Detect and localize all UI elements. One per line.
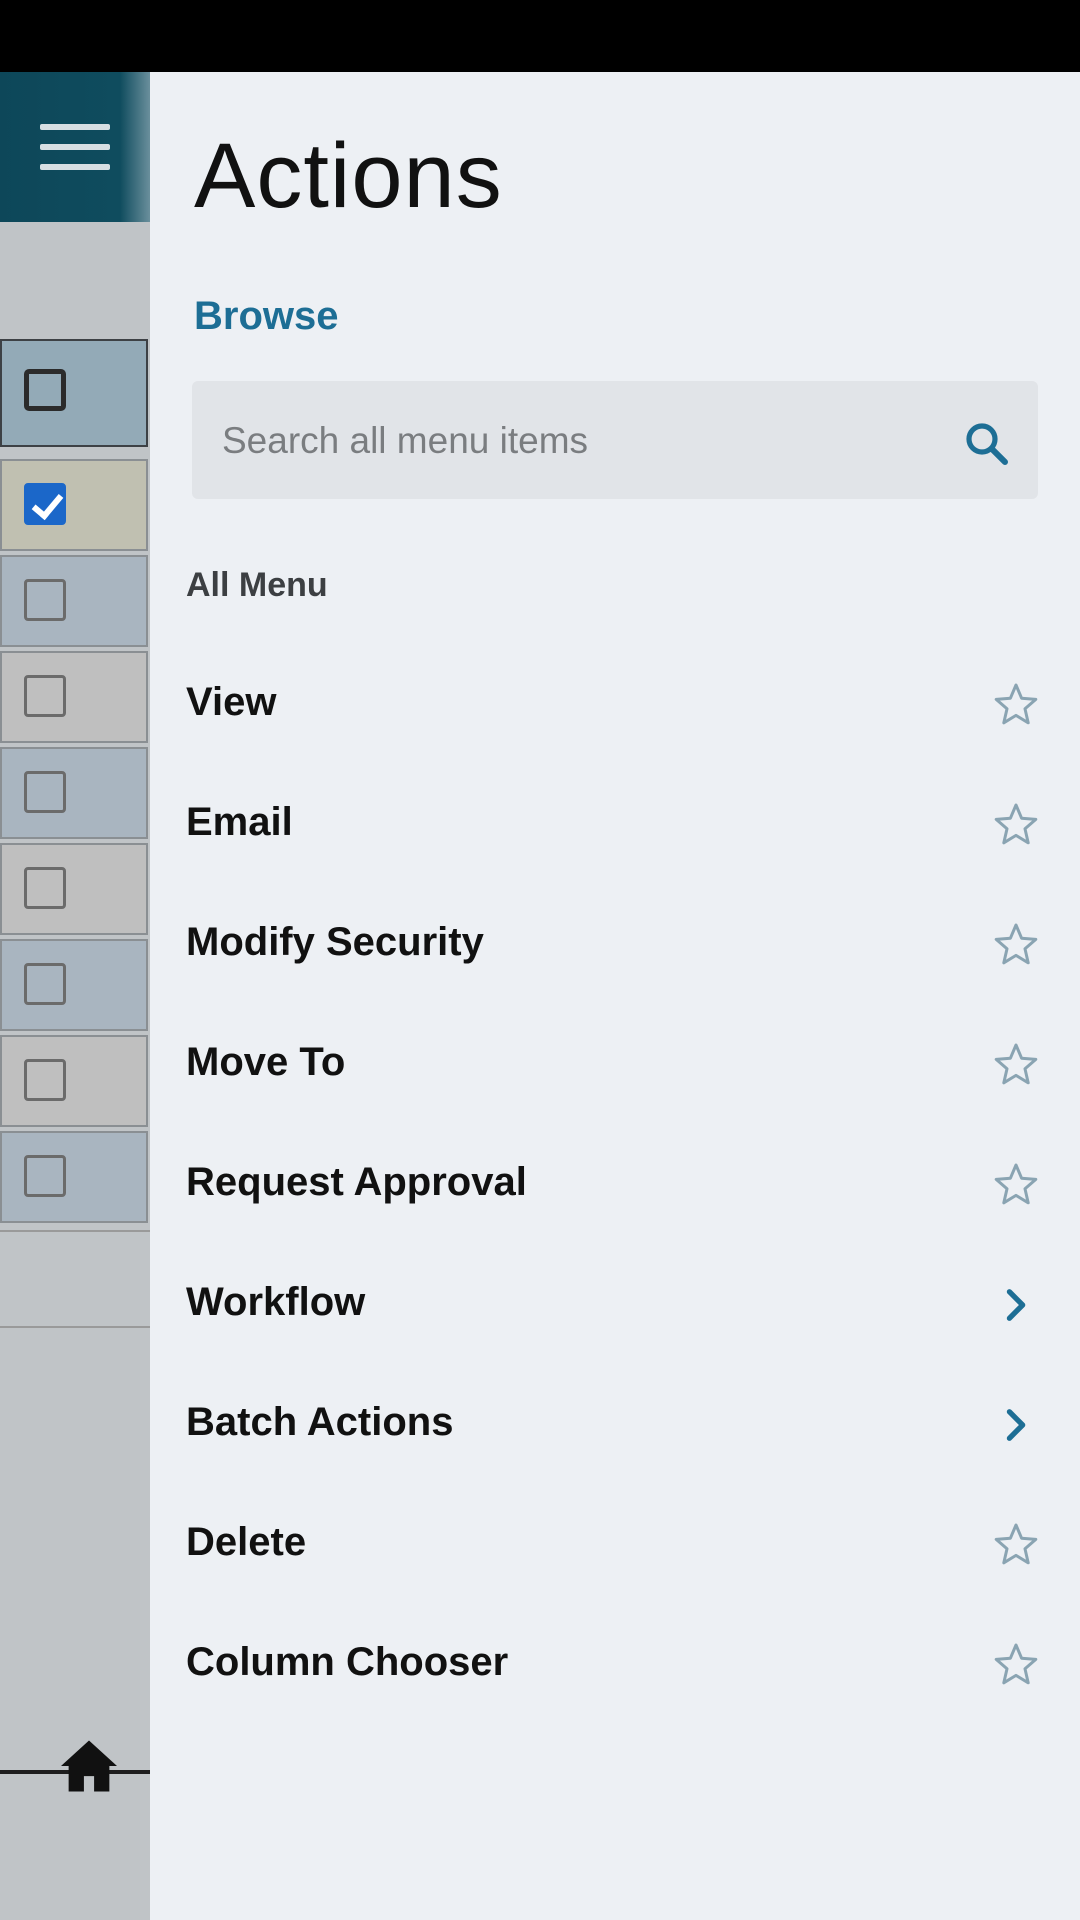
row-checkbox[interactable] — [24, 579, 66, 621]
row-checkbox[interactable] — [24, 771, 66, 813]
menu-item-label: Modify Security — [186, 920, 484, 964]
drawer-title: Actions — [194, 125, 503, 227]
list-row[interactable] — [0, 1035, 148, 1127]
search-input[interactable] — [220, 381, 924, 501]
menu-item-batch-actions[interactable]: Batch Actions — [150, 1370, 1080, 1480]
menu-item-request-approval[interactable]: Request Approval — [150, 1130, 1080, 1240]
hamburger-menu-icon[interactable] — [40, 124, 110, 170]
star-outline-icon[interactable] — [992, 1160, 1040, 1208]
actions-drawer: Actions Browse All Menu View Email Modif… — [150, 72, 1080, 1920]
menu-item-label: Move To — [186, 1040, 346, 1084]
menu-item-label: Email — [186, 800, 293, 844]
menu-item-label: Workflow — [186, 1280, 366, 1324]
background-list-panel — [0, 72, 150, 1920]
list-row[interactable] — [0, 843, 148, 935]
divider — [0, 1230, 150, 1232]
star-outline-icon[interactable] — [992, 920, 1040, 968]
list-row[interactable] — [0, 939, 148, 1031]
row-checkbox[interactable] — [24, 1059, 66, 1101]
app-header — [0, 72, 150, 222]
menu-item-label: Request Approval — [186, 1160, 527, 1204]
home-icon[interactable] — [58, 1738, 120, 1794]
chevron-right-icon — [1006, 1289, 1026, 1321]
list-row[interactable] — [0, 1131, 148, 1223]
row-checkbox[interactable] — [24, 867, 66, 909]
menu-item-workflow[interactable]: Workflow — [150, 1250, 1080, 1360]
star-outline-icon[interactable] — [992, 1520, 1040, 1568]
status-bar — [0, 0, 1080, 72]
list-row[interactable] — [0, 747, 148, 839]
menu-item-email[interactable]: Email — [150, 770, 1080, 880]
row-checkbox[interactable] — [24, 963, 66, 1005]
menu-item-label: Column Chooser — [186, 1640, 509, 1684]
search-icon[interactable] — [962, 419, 1010, 467]
select-all-row[interactable] — [0, 339, 148, 447]
search-box — [192, 381, 1038, 501]
select-all-checkbox[interactable] — [24, 369, 66, 411]
breadcrumb-browse[interactable]: Browse — [194, 294, 339, 339]
menu-item-view[interactable]: View — [150, 650, 1080, 760]
menu-item-modify-security[interactable]: Modify Security — [150, 890, 1080, 1000]
list-row[interactable] — [0, 651, 148, 743]
list-row[interactable] — [0, 459, 148, 551]
menu-item-move-to[interactable]: Move To — [150, 1010, 1080, 1120]
menu-item-label: View — [186, 680, 277, 724]
row-checkbox[interactable] — [24, 1155, 66, 1197]
chevron-right-icon — [1006, 1409, 1026, 1441]
row-checkbox-checked[interactable] — [24, 483, 66, 525]
menu-item-column-chooser[interactable]: Column Chooser — [150, 1610, 1080, 1720]
divider — [0, 1326, 150, 1328]
menu-item-label: Batch Actions — [186, 1400, 454, 1444]
star-outline-icon[interactable] — [992, 800, 1040, 848]
star-outline-icon[interactable] — [992, 1640, 1040, 1688]
star-outline-icon[interactable] — [992, 680, 1040, 728]
row-checkbox[interactable] — [24, 675, 66, 717]
star-outline-icon[interactable] — [992, 1040, 1040, 1088]
menu-item-label: Delete — [186, 1520, 307, 1564]
menu-item-delete[interactable]: Delete — [150, 1490, 1080, 1600]
list-row[interactable] — [0, 555, 148, 647]
section-label: All Menu — [186, 566, 328, 604]
